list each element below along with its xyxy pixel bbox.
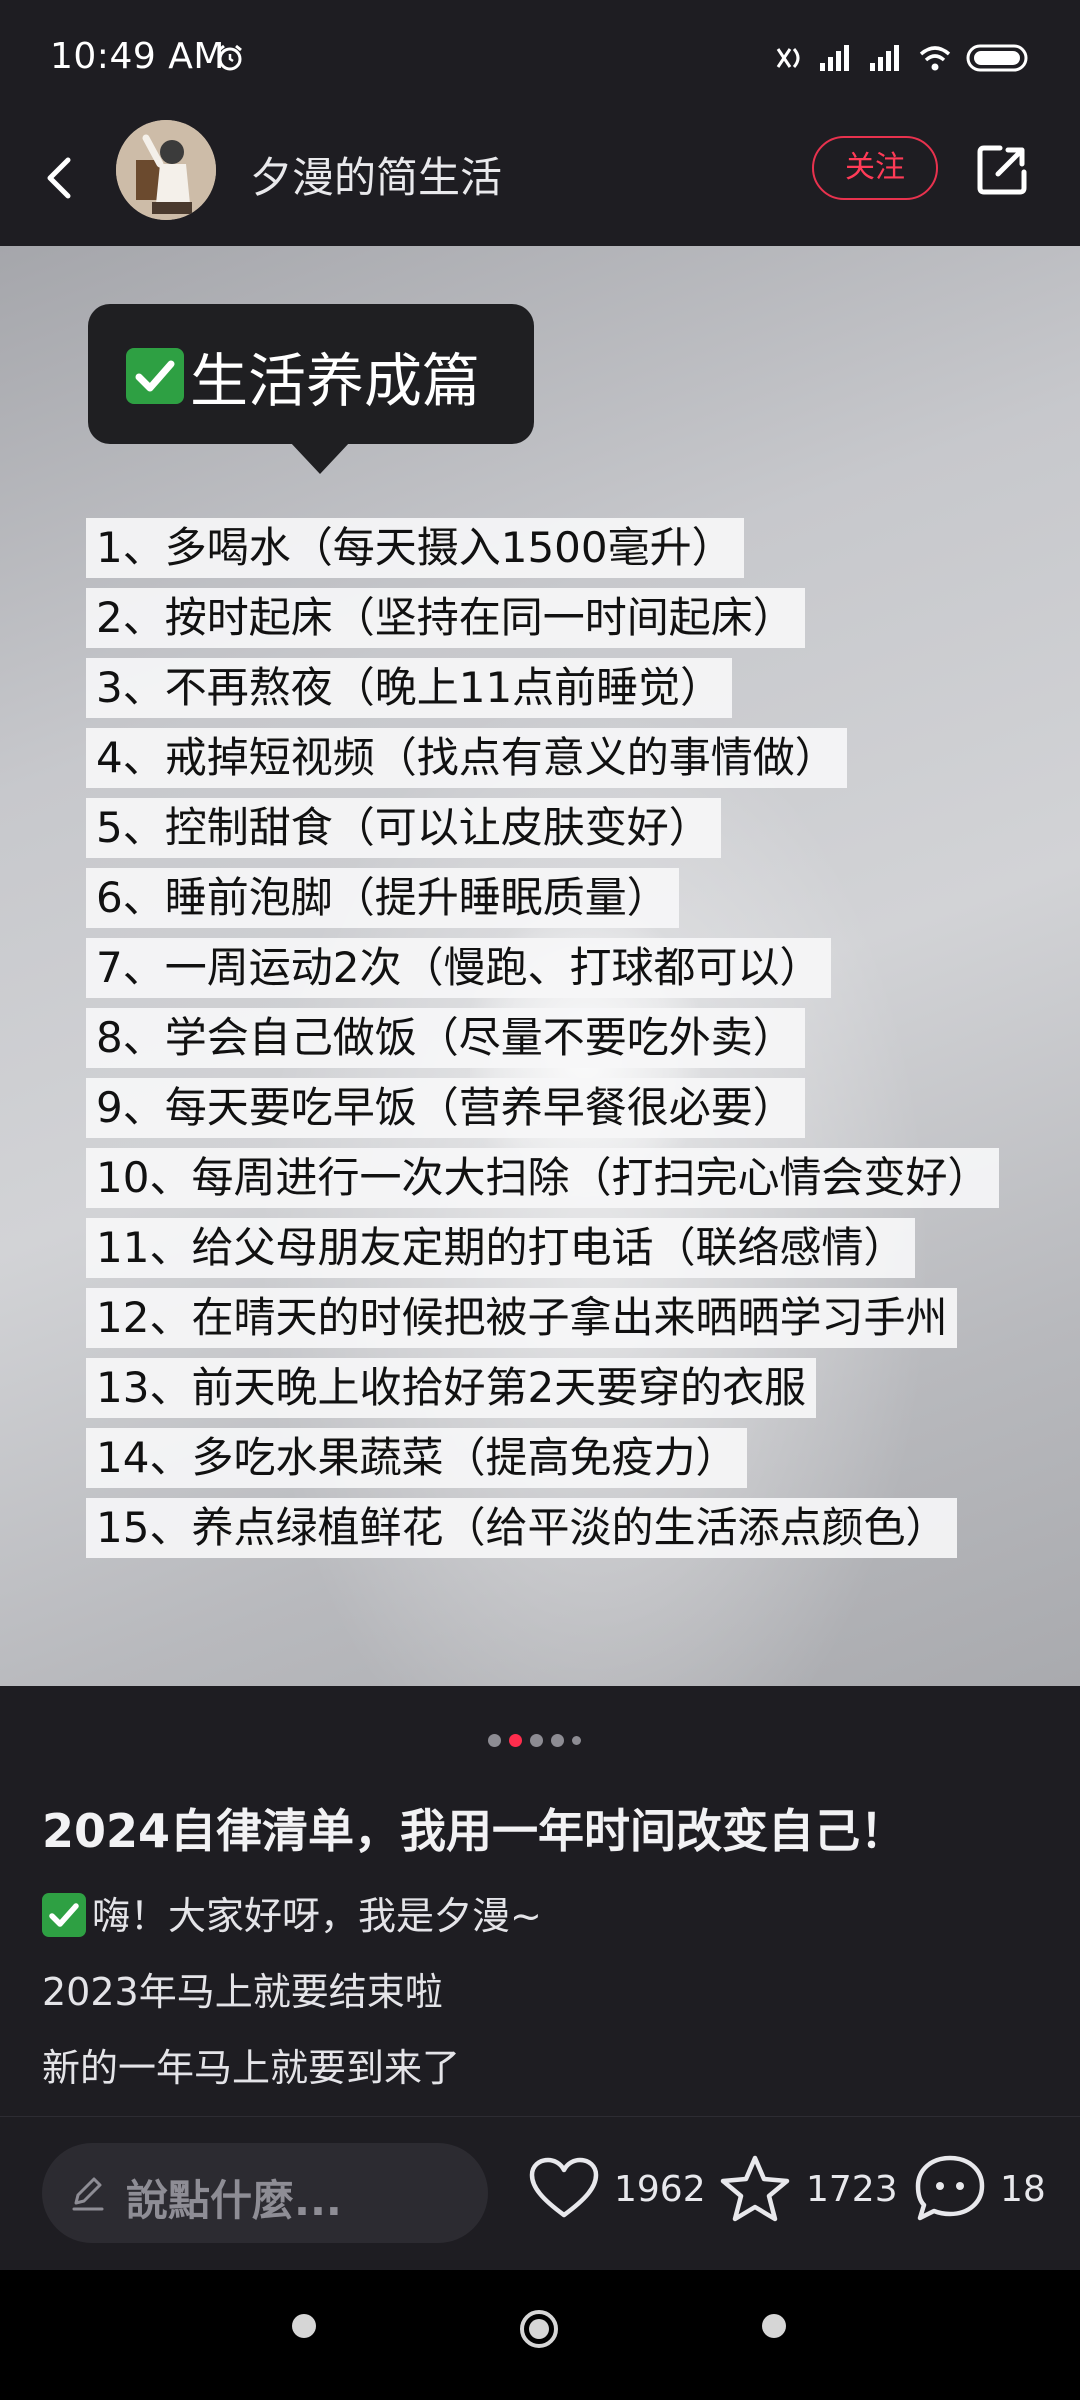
share-icon[interactable] <box>974 142 1030 198</box>
post-title: 2024自律清单，我用一年时间改变自己！ <box>42 1804 907 1858</box>
username[interactable]: 夕漫的简生活 <box>250 144 502 205</box>
list-item: 3、不再熬夜（晚上11点前睡觉） <box>86 658 733 718</box>
list-item: 5、控制甜食（可以让皮肤变好） <box>86 798 721 858</box>
comment-button[interactable]: 18 <box>914 2149 1046 2229</box>
list-item: 13、前天晚上收拾好第2天要穿的衣服 <box>86 1358 817 1418</box>
list-item: 2、按时起床（坚持在同一时间起床） <box>86 588 805 648</box>
nav-home-button[interactable] <box>520 2310 558 2348</box>
comment-placeholder: 說點什麼... <box>126 2176 342 2225</box>
carousel-dot <box>488 1734 501 1747</box>
avatar-image <box>116 120 216 220</box>
star-icon <box>720 2155 790 2222</box>
list-item: 9、每天要吃早饭（营养早餐很必要） <box>86 1078 805 1138</box>
list-item: 10、每周进行一次大扫除（打扫完心情会变好） <box>86 1148 1000 1208</box>
list-item: 11、给父母朋友定期的打电话（联络感情） <box>86 1218 916 1278</box>
comment-icon <box>915 2155 985 2221</box>
comment-input[interactable]: 說點什麼... <box>42 2143 488 2243</box>
list-item: 14、多吃水果蔬菜（提高免疫力） <box>86 1428 748 1488</box>
nav-back-button[interactable] <box>762 2314 786 2338</box>
post-line: 新的一年马上就要到来了 <box>42 2046 461 2090</box>
check-icon <box>126 348 184 404</box>
post-line-text: 嗨！大家好呀，我是夕漫~ <box>92 1894 542 1938</box>
status-bar: 10:49 AM <box>0 0 1080 120</box>
back-icon[interactable] <box>36 142 80 214</box>
status-icons <box>774 40 1032 76</box>
avatar[interactable] <box>116 120 216 220</box>
post-line: 嗨！大家好呀，我是夕漫~ <box>42 1886 542 1962</box>
post-line: 2023年马上就要结束啦 <box>42 1970 443 2014</box>
post-body[interactable]: 嗨！大家好呀，我是夕漫~ 2023年马上就要结束啦 新的一年马上就要到来了 <box>42 1886 542 2114</box>
like-count: 1962 <box>614 2168 706 2210</box>
favorite-count: 1723 <box>806 2168 898 2210</box>
bottom-action-bar: 說點什麼... 1962 1723 18 <box>0 2116 1080 2271</box>
post-image[interactable]: 生活养成篇 1、多喝水（每天摄入1500毫升） 2、按时起床（坚持在同一时间起床… <box>0 246 1080 1686</box>
carousel-dot <box>551 1734 564 1747</box>
list-item: 6、睡前泡脚（提升睡眠质量） <box>86 868 679 928</box>
carousel-indicator <box>488 1734 581 1747</box>
like-button[interactable]: 1962 <box>528 2149 706 2229</box>
battery-icon <box>966 44 1028 72</box>
heart-icon <box>529 2157 599 2218</box>
list-item: 12、在晴天的时候把被子拿出来晒晒学习手州 <box>86 1288 958 1348</box>
follow-button[interactable]: 关注 <box>812 136 938 200</box>
check-icon <box>42 1893 86 1937</box>
list-item: 15、养点绿植鲜花（给平淡的生活添点颜色） <box>86 1498 958 1558</box>
carousel-dot <box>530 1734 543 1747</box>
comment-count: 18 <box>1000 2168 1046 2210</box>
wifi-icon <box>919 46 951 71</box>
mute-icon <box>776 48 800 68</box>
status-time: 10:49 AM <box>50 36 225 77</box>
pencil-icon <box>72 2177 104 2211</box>
nav-recent-button[interactable] <box>292 2314 316 2338</box>
section-bubble: 生活养成篇 <box>88 304 534 474</box>
header: 夕漫的简生活 关注 <box>0 120 1080 246</box>
list-item: 8、学会自己做饭（尽量不要吃外卖） <box>86 1008 805 1068</box>
alarm-icon <box>218 44 242 71</box>
list-item: 1、多喝水（每天摄入1500毫升） <box>86 518 744 578</box>
carousel-dot-active <box>509 1734 522 1747</box>
list-item: 7、一周运动2次（慢跑、打球都可以） <box>86 938 832 998</box>
favorite-button[interactable]: 1723 <box>718 2149 898 2229</box>
signal-icon <box>820 45 849 71</box>
signal-icon <box>870 45 899 71</box>
section-title: 生活养成篇 <box>190 347 481 415</box>
screen: 10:49 AM 夕漫的简生活 关注 生活养成篇 1、多喝水（每天摄入1500毫… <box>0 0 1080 2400</box>
carousel-dot <box>572 1736 581 1745</box>
list-item: 4、戒掉短视频（找点有意义的事情做） <box>86 728 847 788</box>
system-nav-bar <box>0 2270 1080 2400</box>
